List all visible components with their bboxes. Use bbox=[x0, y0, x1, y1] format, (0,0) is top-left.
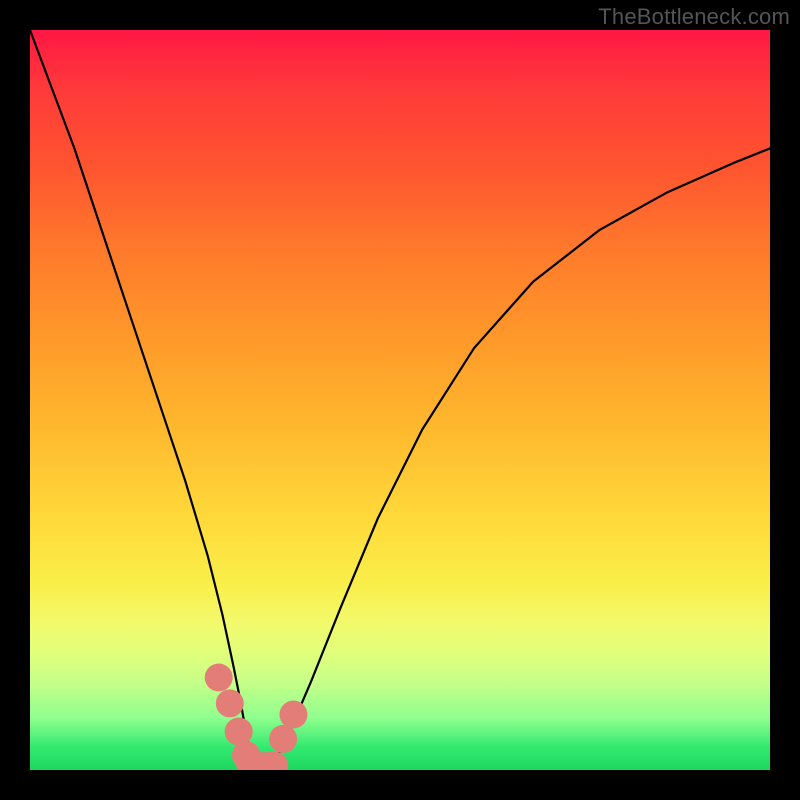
plot-area bbox=[30, 30, 770, 770]
series-right-curve bbox=[274, 148, 770, 762]
valley-marker bbox=[246, 755, 274, 766]
watermark-label: TheBottleneck.com bbox=[598, 4, 790, 30]
right-marker-dots-0 bbox=[269, 725, 297, 753]
series-left-curve bbox=[30, 30, 253, 766]
left-marker-dots-1 bbox=[216, 689, 244, 717]
left-marker-dots-2 bbox=[225, 718, 253, 746]
right-marker-dots-1 bbox=[279, 701, 307, 729]
chart-frame: TheBottleneck.com bbox=[0, 0, 800, 800]
plot-svg bbox=[30, 30, 770, 770]
left-marker-dots-0 bbox=[205, 664, 233, 692]
